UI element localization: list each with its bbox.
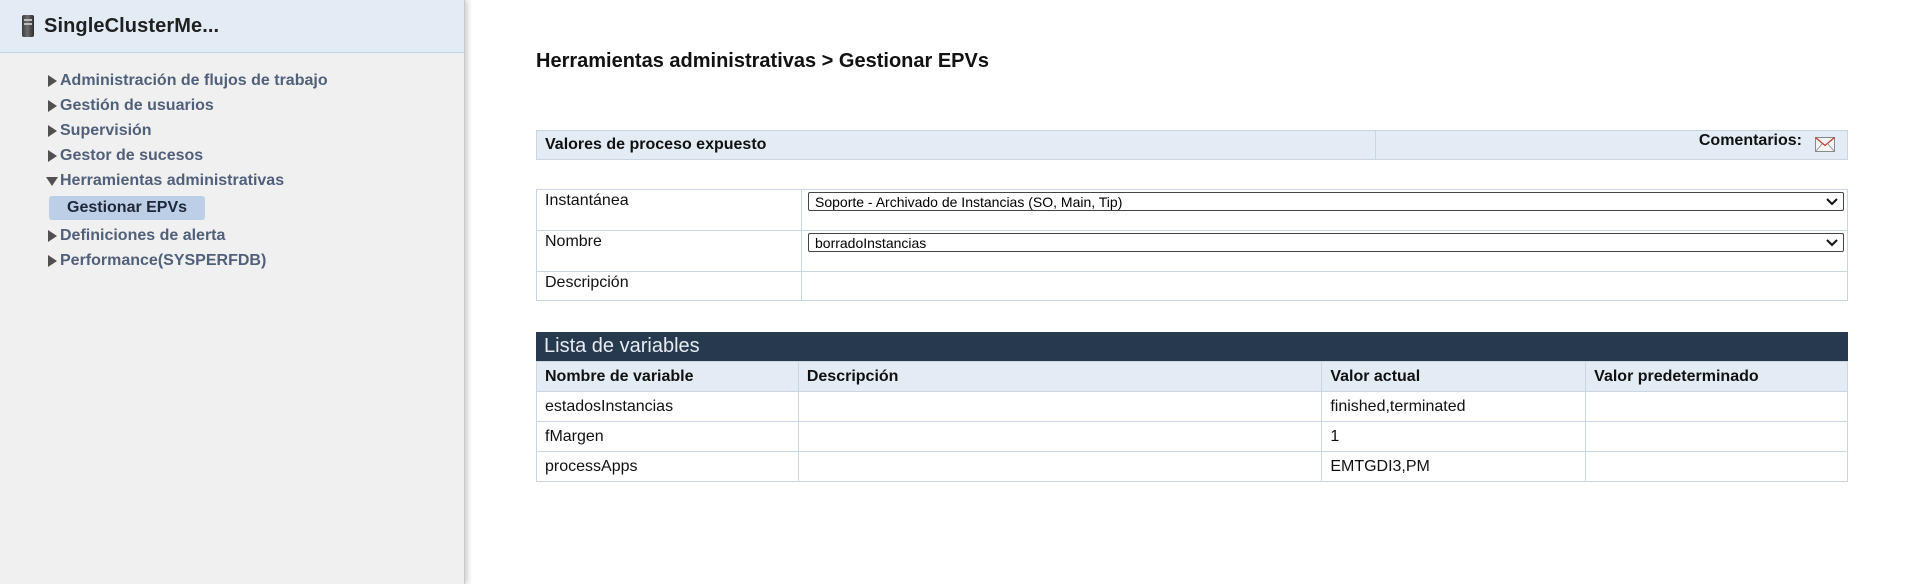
nav-item-workflow-admin[interactable]: Administración de flujos de trabajo xyxy=(46,68,328,93)
variable-current-value-cell[interactable]: finished,terminated xyxy=(1321,391,1587,422)
variable-name-cell: fMargen xyxy=(536,421,799,452)
table-header-row: Nombre de variable Descripción Valor act… xyxy=(536,361,1848,392)
snapshot-cell: Soporte - Archivado de Instancias (SO, M… xyxy=(801,189,1848,231)
nav-item-alert-definitions[interactable]: Definiciones de alerta xyxy=(46,223,328,248)
nav-item-performance[interactable]: Performance(SYSPERFDB) xyxy=(46,248,328,273)
chevron-down-icon xyxy=(1826,198,1838,206)
name-select[interactable]: borradoInstancias xyxy=(808,233,1844,252)
envelope-icon[interactable] xyxy=(1815,137,1835,152)
triangle-right-icon[interactable] xyxy=(46,124,60,138)
comments-label: Comentarios: xyxy=(1698,132,1802,149)
nav-item-label[interactable]: Herramientas administrativas xyxy=(60,172,284,190)
nav-subitem-manage-epvs: Gestionar EPVs xyxy=(46,193,328,223)
triangle-right-icon[interactable] xyxy=(46,229,60,243)
sidebar-title[interactable]: SingleClusterMe... xyxy=(44,15,219,38)
nav-item-label[interactable]: Gestor de sucesos xyxy=(60,147,203,165)
nav-item-label[interactable]: Administración de flujos de trabajo xyxy=(60,72,328,90)
name-cell: borradoInstancias xyxy=(801,230,1848,272)
sidebar-header: SingleClusterMe... xyxy=(0,0,464,53)
snapshot-select[interactable]: Soporte - Archivado de Instancias (SO, M… xyxy=(808,192,1844,211)
nav-item-label[interactable]: Definiciones de alerta xyxy=(60,227,225,245)
server-icon xyxy=(20,14,36,38)
epv-section-header: Valores de proceso expuesto Comentarios: xyxy=(536,130,1848,160)
section-title: Valores de proceso expuesto xyxy=(537,131,1376,159)
nav-item-label[interactable]: Performance(SYSPERFDB) xyxy=(60,252,266,270)
chevron-down-icon xyxy=(1826,239,1838,247)
variable-description-cell xyxy=(797,421,1323,452)
nav-item-label[interactable]: Supervisión xyxy=(60,122,152,140)
column-header: Valor predeterminado xyxy=(1585,361,1848,392)
name-label: Nombre xyxy=(536,230,802,272)
triangle-right-icon[interactable] xyxy=(46,99,60,113)
page-title: Herramientas administrativas > Gestionar… xyxy=(536,50,989,72)
epv-form: Instantánea Soporte - Archivado de Insta… xyxy=(536,189,1848,301)
column-header: Valor actual xyxy=(1321,361,1587,392)
column-header: Nombre de variable xyxy=(536,361,799,392)
variables-table: Nombre de variable Descripción Valor act… xyxy=(536,361,1848,482)
variable-description-cell xyxy=(797,451,1323,482)
variable-default-value-cell xyxy=(1585,451,1848,482)
variable-name-cell: processApps xyxy=(536,451,799,482)
variable-current-value-cell[interactable]: EMTGDI3,PM xyxy=(1321,451,1587,482)
variable-default-value-cell xyxy=(1585,391,1848,422)
variables-title: Lista de variables xyxy=(536,332,1848,361)
column-header: Descripción xyxy=(797,361,1323,392)
nav-subitem-label[interactable]: Gestionar EPVs xyxy=(49,196,206,220)
snapshot-label: Instantánea xyxy=(536,189,802,231)
description-label: Descripción xyxy=(536,271,802,301)
nav-item-event-manager[interactable]: Gestor de sucesos xyxy=(46,143,328,168)
name-value: borradoInstancias xyxy=(815,235,927,251)
comments-cell: Comentarios: xyxy=(1376,131,1847,159)
variable-default-value-cell xyxy=(1585,421,1848,452)
table-row[interactable]: estadosInstancias finished,terminated xyxy=(536,391,1848,422)
triangle-right-icon[interactable] xyxy=(46,74,60,88)
triangle-down-icon[interactable] xyxy=(46,174,60,188)
snapshot-value: Soporte - Archivado de Instancias (SO, M… xyxy=(815,194,1123,210)
description-value xyxy=(801,271,1848,301)
table-row[interactable]: processApps EMTGDI3,PM xyxy=(536,451,1848,482)
nav-item-label[interactable]: Gestión de usuarios xyxy=(60,97,214,115)
nav-tree: Administración de flujos de trabajo Gest… xyxy=(46,68,328,273)
nav-item-monitoring[interactable]: Supervisión xyxy=(46,118,328,143)
table-row[interactable]: fMargen 1 xyxy=(536,421,1848,452)
triangle-right-icon[interactable] xyxy=(46,149,60,163)
variable-name-cell: estadosInstancias xyxy=(536,391,799,422)
variable-description-cell xyxy=(797,391,1323,422)
variable-current-value-cell[interactable]: 1 xyxy=(1321,421,1587,452)
nav-item-user-management[interactable]: Gestión de usuarios xyxy=(46,93,328,118)
triangle-right-icon[interactable] xyxy=(46,254,60,268)
sidebar: SingleClusterMe... Administración de flu… xyxy=(0,0,465,584)
nav-item-admin-tools[interactable]: Herramientas administrativas xyxy=(46,168,328,193)
